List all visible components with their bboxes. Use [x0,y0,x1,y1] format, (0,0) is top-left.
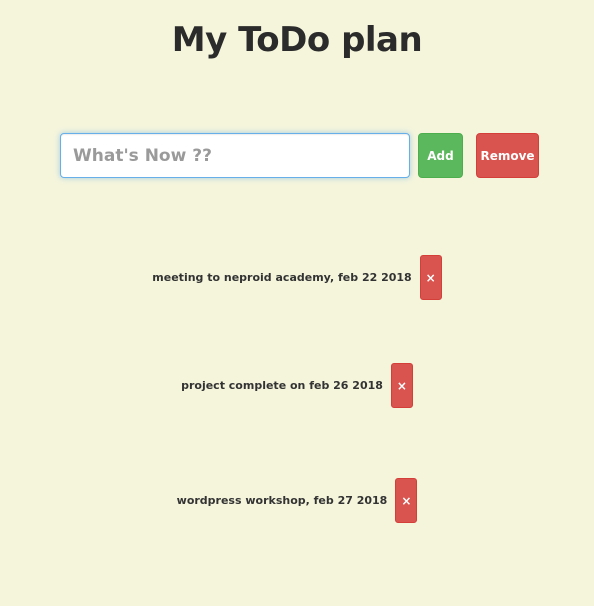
todo-text: meeting to neproid academy, feb 22 2018 [152,271,412,284]
todo-item: wordpress workshop, feb 27 2018 × [0,478,594,523]
task-input[interactable] [60,133,410,178]
delete-todo-button[interactable]: × [395,478,418,523]
todo-text: wordpress workshop, feb 27 2018 [176,494,388,507]
add-button[interactable]: Add [418,133,463,178]
todo-item: project complete on feb 26 2018 × [0,363,594,408]
remove-button[interactable]: Remove [476,133,539,178]
todo-item: meeting to neproid academy, feb 22 2018 … [0,255,594,300]
todo-text: project complete on feb 26 2018 [181,379,383,392]
delete-todo-button[interactable]: × [390,363,413,408]
page-title: My ToDo plan [171,20,423,60]
delete-todo-button[interactable]: × [419,255,442,300]
